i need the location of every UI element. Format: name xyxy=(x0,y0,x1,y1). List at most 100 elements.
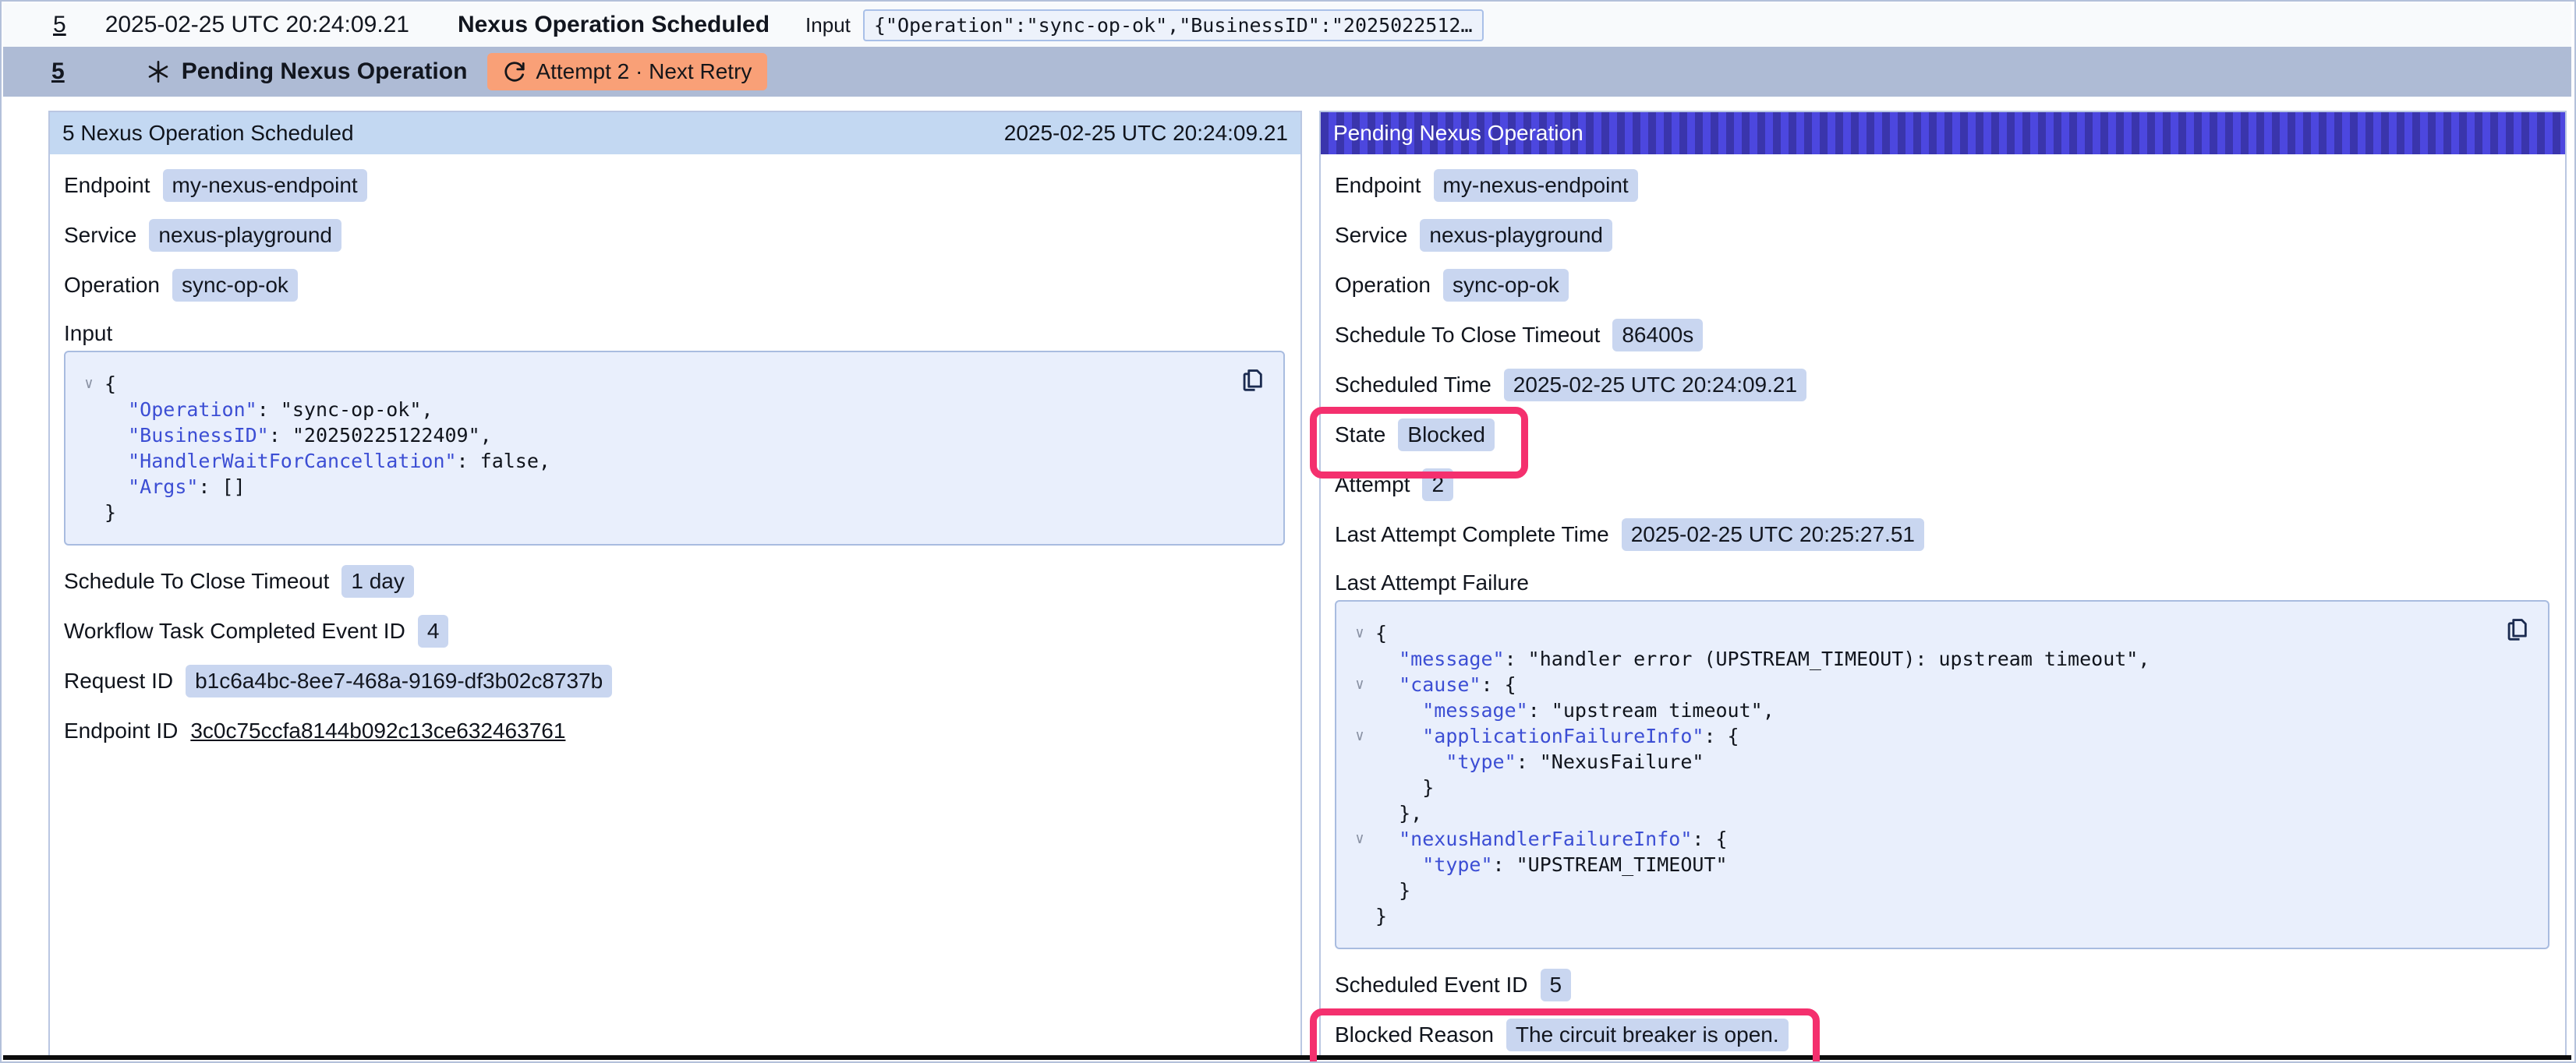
field-value-badge: nexus-playground xyxy=(1420,219,1612,252)
attempt-retry-badge: Attempt 2 · Next Retry xyxy=(487,53,767,90)
field-value-badge: my-nexus-endpoint xyxy=(1434,169,1638,202)
scheduled-panel-timestamp: 2025-02-25 UTC 20:24:09.21 xyxy=(1004,121,1288,146)
state-value-badge: Blocked xyxy=(1398,418,1495,451)
attempt-retry-text: Attempt 2 · Next Retry xyxy=(536,59,752,84)
field-label: Blocked Reason xyxy=(1335,1022,1494,1047)
field-label: Last Attempt Complete Time xyxy=(1335,522,1609,547)
field-endpoint-id: Endpoint ID 3c0c75ccfa8144b092c13ce63246… xyxy=(64,714,1285,748)
field-label: Endpoint xyxy=(64,173,150,198)
field-label: Request ID xyxy=(64,669,173,694)
asterisk-icon xyxy=(146,59,171,84)
code-line: ∨{ xyxy=(73,371,1233,397)
pending-id-link[interactable]: 5 xyxy=(51,58,65,85)
scheduled-event-panel: 5 Nexus Operation Scheduled 2025-02-25 U… xyxy=(48,111,1302,1060)
field-operation: Operation sync-op-ok xyxy=(64,268,1285,302)
field-label: State xyxy=(1335,422,1385,447)
code-line: "message": "upstream timeout", xyxy=(1344,697,2498,723)
field-blocked-reason: Blocked Reason The circuit breaker is op… xyxy=(1335,1018,2549,1052)
field-label: Operation xyxy=(64,273,160,298)
field-service: Service nexus-playground xyxy=(64,218,1285,253)
field-value-badge: 4 xyxy=(418,615,449,648)
field-last-attempt-complete-time: Last Attempt Complete Time 2025-02-25 UT… xyxy=(1335,517,2549,552)
field-value-badge: my-nexus-endpoint xyxy=(163,169,367,202)
field-value-badge: 86400s xyxy=(1612,319,1703,351)
field-label: Endpoint ID xyxy=(64,719,178,743)
code-line: "type": "NexusFailure" xyxy=(1344,749,2498,775)
code-line: } xyxy=(73,500,1233,525)
field-value-badge: sync-op-ok xyxy=(172,269,298,302)
code-line: "type": "UPSTREAM_TIMEOUT" xyxy=(1344,852,2498,878)
retry-icon xyxy=(503,60,526,83)
field-value-badge: nexus-playground xyxy=(149,219,341,252)
pending-panel-title: Pending Nexus Operation xyxy=(1333,121,1583,146)
field-attempt: Attempt 2 xyxy=(1335,468,2549,502)
bottom-divider-bar xyxy=(3,1055,2571,1060)
field-value-badge: 2 xyxy=(1422,468,1453,501)
field-scheduled-event-id: Scheduled Event ID 5 xyxy=(1335,968,2549,1002)
chevron-down-icon[interactable]: ∨ xyxy=(1344,620,1375,646)
field-label: Workflow Task Completed Event ID xyxy=(64,619,405,644)
field-service: Service nexus-playground xyxy=(1335,218,2549,253)
code-line: "BusinessID": "20250225122409", xyxy=(73,422,1233,448)
event-row-nexus-operation-scheduled[interactable]: 5 2025-02-25 UTC 20:24:09.21 Nexus Opera… xyxy=(3,3,2571,47)
field-operation: Operation sync-op-ok xyxy=(1335,268,2549,302)
chevron-down-icon[interactable]: ∨ xyxy=(73,371,104,397)
code-line: } xyxy=(1344,903,2498,929)
field-label: Attempt xyxy=(1335,472,1410,497)
chevron-down-icon[interactable]: ∨ xyxy=(1344,723,1375,749)
field-label: Scheduled Time xyxy=(1335,373,1491,397)
copy-icon[interactable] xyxy=(1238,368,1266,396)
event-input-preview-badge[interactable]: {"Operation":"sync-op-ok","BusinessID":"… xyxy=(863,9,1484,41)
code-line: }, xyxy=(1344,800,2498,826)
field-value-badge: 2025-02-25 UTC 20:24:09.21 xyxy=(1504,369,1806,401)
scheduled-panel-header: 5 Nexus Operation Scheduled 2025-02-25 U… xyxy=(50,112,1300,154)
event-title: Nexus Operation Scheduled xyxy=(458,12,770,38)
input-json-viewer: ∨{ "Operation": "sync-op-ok", "BusinessI… xyxy=(64,351,1285,546)
failure-json-viewer: ∨{ "message": "handler error (UPSTREAM_T… xyxy=(1335,600,2549,949)
scheduled-panel-title: 5 Nexus Operation Scheduled xyxy=(62,121,354,146)
endpoint-id-link[interactable]: 3c0c75ccfa8144b092c13ce632463761 xyxy=(190,719,565,743)
code-line: } xyxy=(1344,878,2498,903)
field-value-badge: 1 day xyxy=(341,565,414,598)
copy-icon[interactable] xyxy=(2503,617,2531,645)
pending-nexus-operation-row[interactable]: 5 Pending Nexus Operation Attempt 2 · Ne… xyxy=(3,47,2571,97)
code-line: ∨{ xyxy=(1344,620,2498,646)
code-line: "Args": [] xyxy=(73,474,1233,500)
field-value-badge: 5 xyxy=(1541,969,1572,1001)
field-scheduled-time: Scheduled Time 2025-02-25 UTC 20:24:09.2… xyxy=(1335,368,2549,402)
chevron-down-icon[interactable]: ∨ xyxy=(1344,672,1375,697)
field-value-badge: 2025-02-25 UTC 20:25:27.51 xyxy=(1622,518,1924,551)
field-endpoint: Endpoint my-nexus-endpoint xyxy=(1335,168,2549,203)
last-attempt-failure-label: Last Attempt Failure xyxy=(1335,567,2549,599)
code-line: } xyxy=(1344,775,2498,800)
field-schedule-to-close-timeout: Schedule To Close Timeout 86400s xyxy=(1335,318,2549,352)
event-id-link[interactable]: 5 xyxy=(53,12,66,38)
field-schedule-to-close-timeout: Schedule To Close Timeout 1 day xyxy=(64,564,1285,599)
input-section-label: Input xyxy=(64,318,1285,349)
field-endpoint: Endpoint my-nexus-endpoint xyxy=(64,168,1285,203)
field-label: Operation xyxy=(1335,273,1431,298)
field-label: Scheduled Event ID xyxy=(1335,973,1528,998)
pending-operation-panel: Pending Nexus Operation Endpoint my-nexu… xyxy=(1319,111,2567,1060)
field-value-badge: b1c6a4bc-8ee7-468a-9169-df3b02c8737b xyxy=(186,665,612,697)
blocked-reason-value-badge: The circuit breaker is open. xyxy=(1506,1019,1789,1051)
field-label: Service xyxy=(1335,223,1407,248)
code-line: "message": "handler error (UPSTREAM_TIME… xyxy=(1344,646,2498,672)
field-label: Schedule To Close Timeout xyxy=(64,569,329,594)
code-line: ∨ "nexusHandlerFailureInfo": { xyxy=(1344,826,2498,852)
code-line: "Operation": "sync-op-ok", xyxy=(73,397,1233,422)
code-line: "HandlerWaitForCancellation": false, xyxy=(73,448,1233,474)
field-label: Endpoint xyxy=(1335,173,1421,198)
code-line: ∨ "applicationFailureInfo": { xyxy=(1344,723,2498,749)
field-workflow-task-completed-event-id: Workflow Task Completed Event ID 4 xyxy=(64,614,1285,648)
field-label: Service xyxy=(64,223,136,248)
field-request-id: Request ID b1c6a4bc-8ee7-468a-9169-df3b0… xyxy=(64,664,1285,698)
pending-row-title: Pending Nexus Operation xyxy=(182,58,468,85)
pending-panel-header: Pending Nexus Operation xyxy=(1321,112,2565,154)
event-input-label: Input xyxy=(805,13,851,37)
code-line: ∨ "cause": { xyxy=(1344,672,2498,697)
nexus-event-history-screen: 5 2025-02-25 UTC 20:24:09.21 Nexus Opera… xyxy=(0,0,2576,1063)
chevron-down-icon[interactable]: ∨ xyxy=(1344,826,1375,852)
event-timestamp: 2025-02-25 UTC 20:24:09.21 xyxy=(105,12,409,38)
field-value-badge: sync-op-ok xyxy=(1443,269,1569,302)
